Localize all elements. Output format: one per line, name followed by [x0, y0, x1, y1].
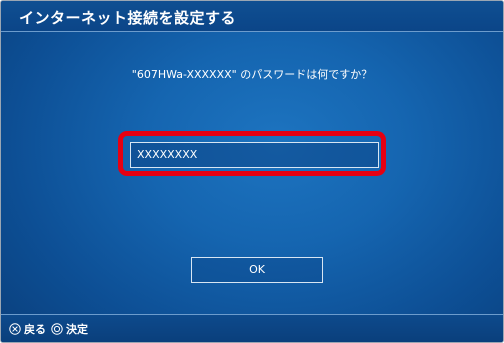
settings-screen: インターネット接続を設定する "607HWa-XXXXXX" のパスワードは何で… — [0, 0, 504, 343]
circle-button-icon — [51, 323, 63, 335]
ok-button[interactable]: OK — [191, 257, 323, 283]
controller-hint-bar: 戻る 決定 — [1, 314, 503, 342]
cross-button-icon — [9, 323, 21, 335]
title-bar: インターネット接続を設定する — [1, 1, 503, 32]
password-prompt: "607HWa-XXXXXX" のパスワードは何ですか？ — [131, 68, 373, 81]
back-hint[interactable]: 戻る — [9, 322, 46, 336]
back-label: 戻る — [24, 323, 46, 336]
confirm-hint[interactable]: 決定 — [51, 322, 88, 336]
page-title: インターネット接続を設定する — [19, 9, 237, 27]
password-input[interactable]: XXXXXXXX — [130, 142, 379, 168]
confirm-label: 決定 — [66, 323, 88, 336]
